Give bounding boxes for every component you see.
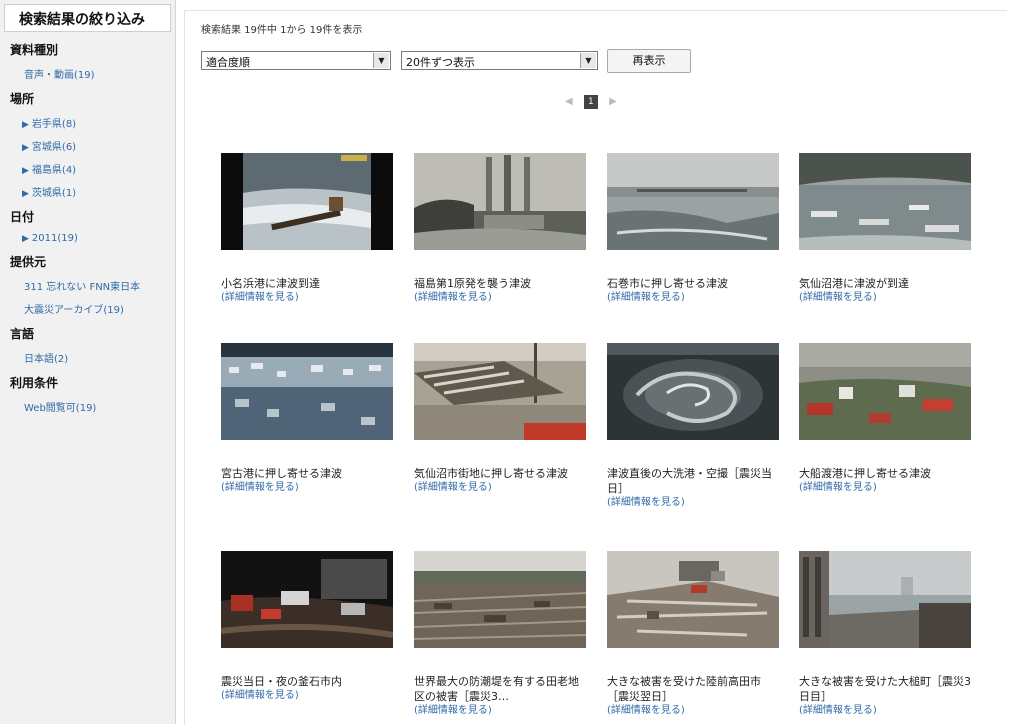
result-card: 大船渡港に押し寄せる津波 (詳細情報を見る) xyxy=(799,343,974,494)
detail-link[interactable]: (詳細情報を見る) xyxy=(607,291,782,304)
result-card: 石巻市に押し寄せる津波 (詳細情報を見る) xyxy=(607,153,782,304)
detail-link[interactable]: (詳細情報を見る) xyxy=(799,704,974,717)
result-card: 気仙沼市街地に押し寄せる津波 (詳細情報を見る) xyxy=(414,343,589,494)
result-title[interactable]: 気仙沼市街地に押し寄せる津波 xyxy=(414,466,589,481)
video-thumbnail[interactable] xyxy=(221,343,396,440)
result-card: 気仙沼港に津波が到達 (詳細情報を見る) xyxy=(799,153,974,304)
facet-item[interactable]: ▶ 岩手県(8) xyxy=(22,115,175,130)
facet-item-label: 茨城県(1) xyxy=(31,188,77,199)
expand-arrow-icon: ▶ xyxy=(22,234,29,244)
facet-item[interactable]: 音声・動画(19) xyxy=(24,66,175,81)
facet-heading: 言語 xyxy=(10,327,35,341)
redisplay-button[interactable]: 再表示 xyxy=(607,49,691,73)
facet-item-label: 福島県(4) xyxy=(31,165,77,176)
detail-link[interactable]: (詳細情報を見る) xyxy=(221,689,396,702)
facet-item[interactable]: 311 忘れない FNN東日本 xyxy=(24,278,175,293)
detail-link[interactable]: (詳細情報を見る) xyxy=(607,496,782,509)
result-title[interactable]: 大きな被害を受けた大槌町［震災3日目］ xyxy=(799,674,974,704)
facet-heading: 場所 xyxy=(10,92,35,106)
video-thumbnail[interactable] xyxy=(799,343,974,440)
result-title[interactable]: 津波直後の大洗港・空撮［震災当日］ xyxy=(607,466,782,496)
result-title[interactable]: 小名浜港に津波到達 xyxy=(221,276,396,291)
pagination: ◀ 1 ▶ xyxy=(565,95,617,109)
chevron-down-icon: ▼ xyxy=(580,53,596,68)
chevron-down-icon: ▼ xyxy=(373,53,389,68)
result-card: 宮古港に押し寄せる津波 (詳細情報を見る) xyxy=(221,343,396,494)
result-card: 大きな被害を受けた陸前高田市［震災翌日］ (詳細情報を見る) xyxy=(607,551,782,717)
expand-arrow-icon: ▶ xyxy=(22,143,29,153)
facet-item-label: 大震災アーカイブ(19) xyxy=(24,305,124,316)
facet-item[interactable]: Web閲覧可(19) xyxy=(24,399,175,414)
detail-link[interactable]: (詳細情報を見る) xyxy=(414,291,589,304)
result-card: 小名浜港に津波到達 (詳細情報を見る) xyxy=(221,153,396,304)
next-page-icon[interactable]: ▶ xyxy=(609,96,617,107)
expand-arrow-icon: ▶ xyxy=(22,166,29,176)
video-thumbnail[interactable] xyxy=(799,153,974,250)
video-thumbnail[interactable] xyxy=(414,153,589,250)
per-page-select[interactable]: 20件ずつ表示 ▼ xyxy=(401,51,598,70)
facet-item-label: 岩手県(8) xyxy=(31,119,77,130)
prev-page-icon[interactable]: ◀ xyxy=(565,96,573,107)
result-title[interactable]: 震災当日・夜の釜石市内 xyxy=(221,674,396,689)
video-thumbnail[interactable] xyxy=(607,153,782,250)
facet-item[interactable]: 大震災アーカイブ(19) xyxy=(24,301,175,316)
video-thumbnail[interactable] xyxy=(414,343,589,440)
results-panel: 検索結果 19件中 1から 19件を表示 適合度順 ▼ 20件ずつ表示 ▼ 再表… xyxy=(184,10,1007,725)
result-title[interactable]: 大きな被害を受けた陸前高田市［震災翌日］ xyxy=(607,674,782,704)
detail-link[interactable]: (詳細情報を見る) xyxy=(221,291,396,304)
result-title[interactable]: 世界最大の防潮堤を有する田老地区の被害［震災3… xyxy=(414,674,589,704)
facet-item[interactable]: 日本語(2) xyxy=(24,350,175,365)
result-title[interactable]: 宮古港に押し寄せる津波 xyxy=(221,466,396,481)
facet-item-label: 日本語(2) xyxy=(24,354,69,365)
expand-arrow-icon: ▶ xyxy=(22,120,29,130)
facet-item-label: 音声・動画(19) xyxy=(24,70,95,81)
detail-link[interactable]: (詳細情報を見る) xyxy=(799,481,974,494)
video-thumbnail[interactable] xyxy=(414,551,589,648)
facet-heading: 利用条件 xyxy=(10,376,59,390)
sidebar-title: 検索結果の絞り込み xyxy=(4,4,171,32)
result-title[interactable]: 福島第1原発を襲う津波 xyxy=(414,276,589,291)
video-thumbnail[interactable] xyxy=(607,551,782,648)
filter-sidebar: 検索結果の絞り込み 資料種別 音声・動画(19) 場所 ▶ 岩手県(8) ▶ 宮城県(6) ▶… xyxy=(0,0,176,724)
facet-heading: 日付 xyxy=(10,210,35,224)
sort-select-value: 適合度順 xyxy=(206,56,250,69)
facet-item-label: 311 忘れない FNN東日本 xyxy=(24,282,141,293)
result-card: 福島第1原発を襲う津波 (詳細情報を見る) xyxy=(414,153,589,304)
facet-item-label: Web閲覧可(19) xyxy=(24,403,97,414)
result-card: 震災当日・夜の釜石市内 (詳細情報を見る) xyxy=(221,551,396,702)
result-card: 大きな被害を受けた大槌町［震災3日目］ (詳細情報を見る) xyxy=(799,551,974,717)
facet-item-label: 2011(19) xyxy=(31,233,78,244)
detail-link[interactable]: (詳細情報を見る) xyxy=(414,481,589,494)
detail-link[interactable]: (詳細情報を見る) xyxy=(221,481,396,494)
facet-list: 資料種別 音声・動画(19) 場所 ▶ 岩手県(8) ▶ 宮城県(6) ▶ 福島県(4) ▶ 茨城県… xyxy=(0,41,175,414)
per-page-select-value: 20件ずつ表示 xyxy=(406,56,475,69)
video-thumbnail[interactable] xyxy=(221,551,396,648)
result-title[interactable]: 大船渡港に押し寄せる津波 xyxy=(799,466,974,481)
facet-item[interactable]: ▶ 宮城県(6) xyxy=(22,138,175,153)
facet-heading: 提供元 xyxy=(10,255,47,269)
detail-link[interactable]: (詳細情報を見る) xyxy=(414,704,589,717)
result-card: 世界最大の防潮堤を有する田老地区の被害［震災3… (詳細情報を見る) xyxy=(414,551,589,717)
facet-item[interactable]: ▶ 茨城県(1) xyxy=(22,184,175,199)
facet-item-label: 宮城県(6) xyxy=(31,142,77,153)
facet-heading: 資料種別 xyxy=(10,43,59,57)
result-title[interactable]: 気仙沼港に津波が到達 xyxy=(799,276,974,291)
detail-link[interactable]: (詳細情報を見る) xyxy=(607,704,782,717)
result-title[interactable]: 石巻市に押し寄せる津波 xyxy=(607,276,782,291)
detail-link[interactable]: (詳細情報を見る) xyxy=(799,291,974,304)
sort-select[interactable]: 適合度順 ▼ xyxy=(201,51,391,70)
video-thumbnail[interactable] xyxy=(607,343,782,440)
page-current[interactable]: 1 xyxy=(583,95,598,109)
facet-item[interactable]: ▶ 福島県(4) xyxy=(22,161,175,176)
expand-arrow-icon: ▶ xyxy=(22,189,29,199)
result-card: 津波直後の大洗港・空撮［震災当日］ (詳細情報を見る) xyxy=(607,343,782,509)
facet-item[interactable]: ▶ 2011(19) xyxy=(22,233,175,244)
video-thumbnail[interactable] xyxy=(221,153,396,250)
result-count: 検索結果 19件中 1から 19件を表示 xyxy=(201,25,363,36)
video-thumbnail[interactable] xyxy=(799,551,974,648)
